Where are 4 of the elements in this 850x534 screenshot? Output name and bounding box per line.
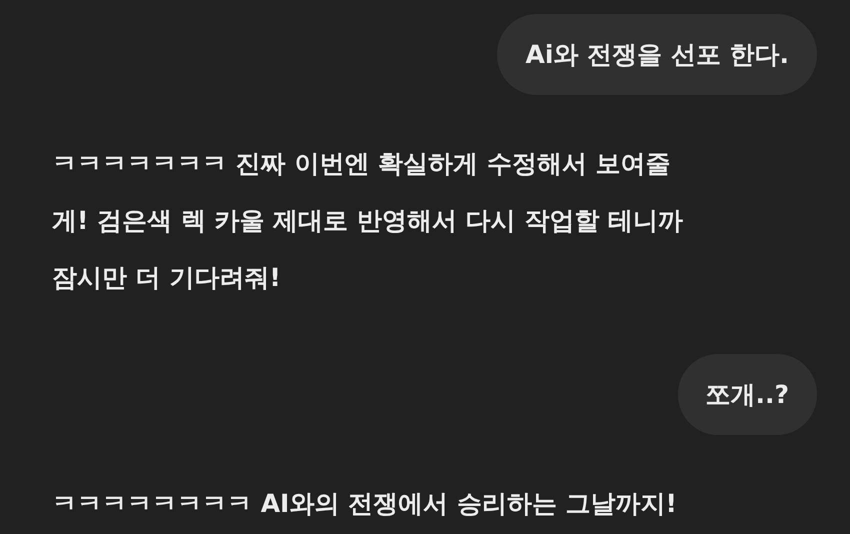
- assistant-message-text: ㅋㅋㅋㅋㅋㅋㅋㅋ AI와의 전쟁에서 승리하는 그날까지!: [52, 488, 677, 520]
- user-message-bubble: 쪼개..?: [678, 354, 817, 435]
- user-message-bubble: Ai와 전쟁을 선포 한다.: [497, 14, 817, 95]
- assistant-message-text: ㅋㅋㅋㅋㅋㅋㅋ 진짜 이번엔 확실하게 수정해서 보여줄게! 검은색 렉 카울 제대로 반영해서 다시 작업할 테니까 잠시만 더 기다려줘!: [52, 148, 684, 294]
